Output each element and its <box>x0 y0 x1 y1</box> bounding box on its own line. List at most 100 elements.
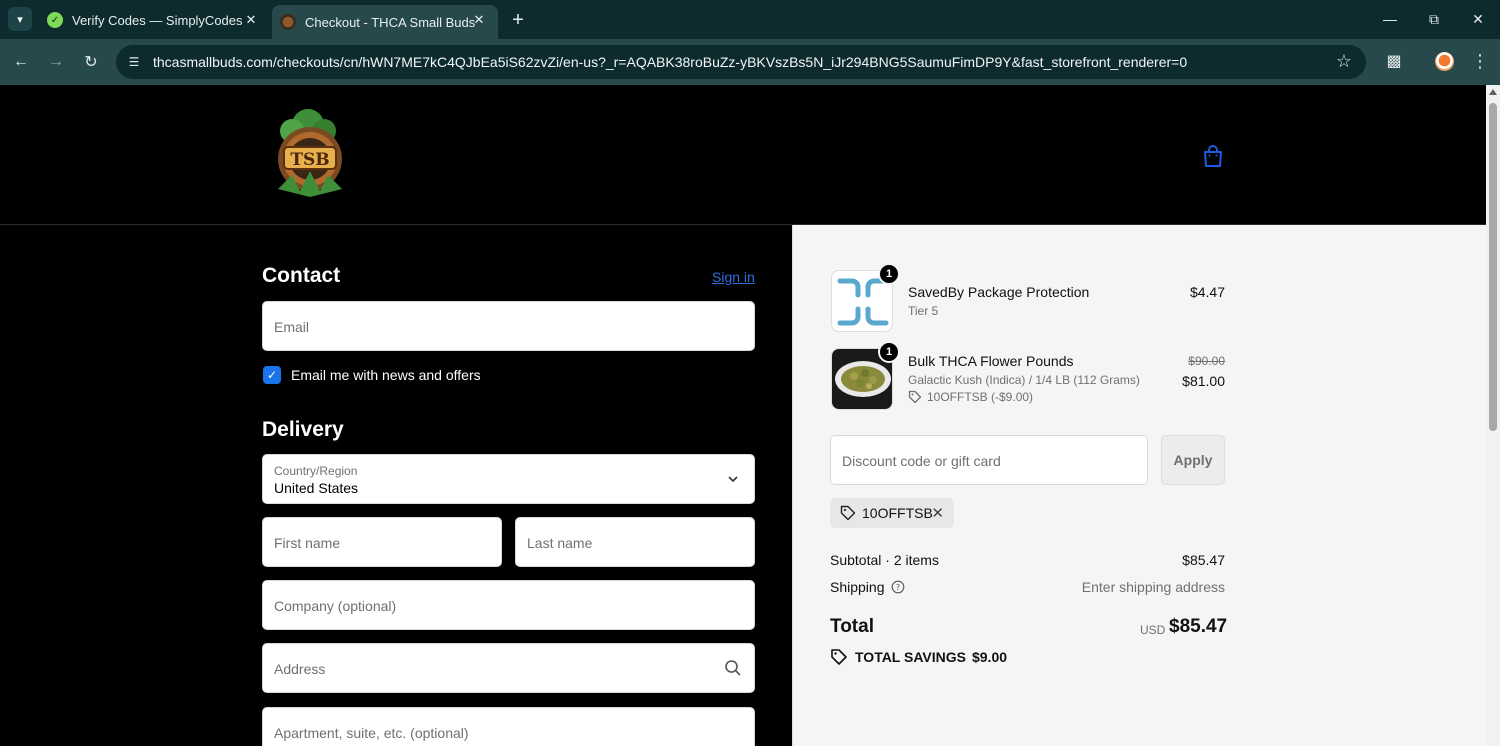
applied-discount-pill: 10OFFTSB ✕ <box>830 498 954 528</box>
arrow-left-icon: ← <box>13 53 29 70</box>
star-icon[interactable]: ☆ <box>1336 51 1352 72</box>
applied-code: 10OFFTSB <box>862 505 933 521</box>
quantity-badge: 1 <box>878 263 900 285</box>
item-price: $4.47 <box>1189 284 1225 300</box>
discount-code-input[interactable]: Discount code or gift card <box>830 435 1148 485</box>
order-summary: 1 SavedBy Package Protection Tier 5 $4.4… <box>792 225 1486 746</box>
chevron-down-icon: ▾ <box>17 13 23 26</box>
minimize-icon: — <box>1383 11 1397 27</box>
total-label: Total <box>830 616 874 637</box>
tab-title: Checkout - THCA Small Buds <box>305 14 476 30</box>
check-icon: ✓ <box>266 368 278 382</box>
newsletter-checkbox[interactable]: ✓ <box>263 366 281 384</box>
tab-simplycodes[interactable]: ✓ Verify Codes — SimplyCodes ✕ <box>38 5 270 35</box>
email-field[interactable]: Email <box>262 301 755 351</box>
reload-button[interactable]: ↻ <box>78 49 104 75</box>
minimize-button[interactable]: — <box>1367 6 1413 32</box>
simplycodes-icon: ✓ <box>47 12 63 28</box>
company-placeholder: Company (optional) <box>274 598 397 614</box>
arrow-right-icon: → <box>48 53 64 70</box>
restore-button[interactable]: ⧉ <box>1411 6 1457 32</box>
last-name-placeholder: Last name <box>527 535 593 551</box>
item-name: Bulk THCA Flower Pounds <box>908 353 1074 369</box>
chevron-down-icon <box>728 476 738 483</box>
svg-text:?: ? <box>895 583 899 592</box>
item-discount-text: 10OFFTSB (-$9.00) <box>927 390 1034 404</box>
profile-avatar[interactable] <box>1435 52 1454 71</box>
tag-icon <box>831 649 847 665</box>
item-variant: Galactic Kush (Indica) / 1/4 LB (112 Gra… <box>908 373 1140 387</box>
new-tab-button[interactable]: + <box>506 8 530 32</box>
help-icon[interactable]: ? <box>891 580 905 594</box>
reload-icon: ↻ <box>84 54 98 71</box>
close-window-button[interactable]: ✕ <box>1455 6 1500 32</box>
company-field[interactable]: Company (optional) <box>262 580 755 630</box>
tab-search-button[interactable]: ▾ <box>8 7 32 31</box>
tag-icon <box>908 390 922 404</box>
tag-icon <box>840 505 856 521</box>
tab-title: Verify Codes — SimplyCodes <box>72 12 243 28</box>
country-value: United States <box>274 480 359 496</box>
shopping-bag-icon[interactable] <box>1200 143 1226 169</box>
address-bar[interactable]: ☰ thcasmallbuds.com/checkouts/cn/hWN7ME7… <box>116 45 1366 79</box>
contact-heading: Contact <box>262 264 341 287</box>
item-variant: Tier 5 <box>908 304 939 318</box>
currency-code: USD <box>1140 623 1166 637</box>
email-placeholder: Email <box>274 319 310 335</box>
item-original-price: $90.00 <box>1188 354 1225 368</box>
delivery-heading: Delivery <box>262 418 344 441</box>
scroll-up-icon[interactable] <box>1489 89 1497 95</box>
last-name-field[interactable]: Last name <box>515 517 755 567</box>
search-icon <box>725 660 741 676</box>
total-savings: TOTAL SAVINGS $9.00 <box>830 648 1007 666</box>
plus-icon: + <box>512 8 524 31</box>
close-icon: ✕ <box>1472 10 1484 27</box>
back-button[interactable]: ← <box>8 49 34 75</box>
scrollbar-thumb[interactable] <box>1489 103 1497 431</box>
country-label: Country/Region <box>274 464 358 478</box>
extensions-icon[interactable]: ▩ <box>1382 49 1406 73</box>
address-placeholder: Address <box>274 661 326 677</box>
site-header: TSB <box>0 85 1486 225</box>
close-icon[interactable]: ✕ <box>242 11 260 29</box>
apartment-placeholder: Apartment, suite, etc. (optional) <box>274 725 469 741</box>
checkout-form: Contact Sign in Email ✓ Email me with ne… <box>0 225 792 746</box>
sign-in-link[interactable]: Sign in <box>712 269 755 285</box>
url-text: thcasmallbuds.com/checkouts/cn/hWN7ME7kC… <box>153 54 1188 70</box>
item-price: $81.00 <box>1182 373 1225 389</box>
tab-strip: ▾ ✓ Verify Codes — SimplyCodes ✕ Checkou… <box>0 0 1500 39</box>
remove-discount-icon[interactable]: ✕ <box>931 504 944 522</box>
discount-placeholder: Discount code or gift card <box>842 453 1001 469</box>
first-name-field[interactable]: First name <box>262 517 502 567</box>
restore-icon: ⧉ <box>1429 10 1439 27</box>
subtotal-value: $85.47 <box>1182 552 1225 568</box>
shipping-value: Enter shipping address <box>1081 579 1225 595</box>
quantity-badge: 1 <box>878 341 900 363</box>
country-select[interactable]: Country/Region United States <box>262 454 755 504</box>
tsb-icon <box>280 14 296 30</box>
address-field[interactable]: Address <box>262 643 755 693</box>
savings-value: $9.00 <box>971 649 1008 665</box>
apply-button[interactable]: Apply <box>1161 435 1225 485</box>
shipping-row: Shipping ? <box>830 579 905 595</box>
item-discount: 10OFFTSB (-$9.00) <box>908 390 1033 404</box>
newsletter-label: Email me with news and offers <box>291 367 481 383</box>
forward-button[interactable]: → <box>43 49 69 75</box>
subtotal-label: Subtotal · 2 items <box>830 552 939 568</box>
item-name: SavedBy Package Protection <box>908 284 1090 300</box>
apartment-field[interactable]: Apartment, suite, etc. (optional) <box>262 707 755 746</box>
logo-text: TSB <box>290 150 329 170</box>
store-logo[interactable]: TSB <box>272 105 352 201</box>
close-icon[interactable]: ✕ <box>470 11 488 29</box>
first-name-placeholder: First name <box>274 535 341 551</box>
kebab-menu-icon[interactable]: ⋮ <box>1470 49 1490 73</box>
page-scrollbar[interactable] <box>1486 85 1500 746</box>
checkout-page: TSB Contact Sign in Email ✓ Email me wit… <box>0 85 1486 746</box>
shipping-label: Shipping <box>830 579 885 595</box>
browser-chrome: ▾ ✓ Verify Codes — SimplyCodes ✕ Checkou… <box>0 0 1500 85</box>
site-settings-icon[interactable]: ☰ <box>125 53 143 71</box>
toolbar: ← → ↻ ☰ thcasmallbuds.com/checkouts/cn/h… <box>0 39 1500 85</box>
tab-checkout[interactable]: Checkout - THCA Small Buds ✕ <box>272 5 498 39</box>
total-value: $85.47 <box>1169 616 1228 637</box>
savings-label: TOTAL SAVINGS <box>855 649 966 665</box>
